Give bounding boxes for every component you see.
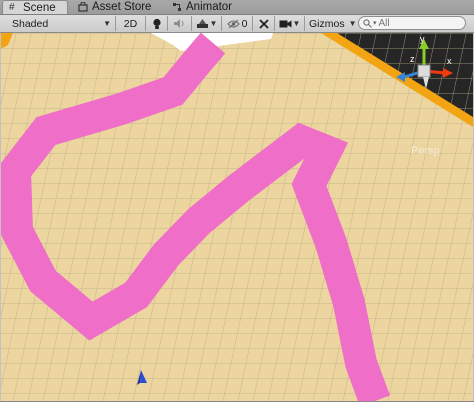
- shading-mode-dropdown[interactable]: Shaded ▼: [0, 16, 115, 31]
- 2d-mode-button[interactable]: 2D: [115, 16, 145, 31]
- light-bulb-icon: [152, 18, 161, 29]
- projection-label[interactable]: Persp: [411, 145, 440, 157]
- gizmo-y-label: y: [420, 34, 425, 44]
- tab-asset-store[interactable]: Asset Store: [72, 0, 168, 14]
- tab-animator[interactable]: Animator: [166, 0, 246, 14]
- scene-search-input[interactable]: ▾ All: [358, 16, 466, 30]
- gizmo-center-cube: [417, 64, 431, 78]
- tab-scene[interactable]: # Scene: [2, 0, 68, 14]
- editor-tab-bar: # Scene Asset Store Animator: [0, 0, 474, 15]
- search-dropdown-arrow-icon: ▾: [373, 20, 377, 27]
- dropdown-arrow-icon: ▼: [348, 19, 357, 28]
- animator-icon: [172, 2, 182, 12]
- camera-settings-dropdown[interactable]: ▼: [274, 16, 304, 31]
- scene-toolbar: Shaded ▼ 2D ▼ 0 ▼ Gizmos ▼ ▾ All: [0, 15, 474, 33]
- effects-icon: [196, 19, 208, 28]
- 2d-mode-label: 2D: [123, 17, 138, 30]
- lighting-toggle[interactable]: [145, 16, 167, 31]
- tools-toggle[interactable]: [252, 16, 274, 31]
- dropdown-arrow-icon: ▼: [292, 19, 301, 28]
- gizmo-z-label: z: [410, 54, 415, 64]
- gizmos-label: Gizmos: [309, 17, 345, 30]
- eye-slash-icon: [226, 19, 240, 28]
- grid-icon: #: [9, 1, 15, 13]
- shading-mode-label: Shaded: [12, 17, 49, 30]
- tab-animator-label: Animator: [186, 1, 233, 13]
- tab-asset-store-label: Asset Store: [92, 1, 152, 13]
- hidden-objects-count: 0: [241, 17, 248, 30]
- tools-icon: [258, 18, 269, 29]
- gizmo-x-label: x: [447, 56, 452, 66]
- dropdown-arrow-icon: ▼: [103, 19, 111, 28]
- camera-icon: [279, 20, 292, 27]
- effects-dropdown[interactable]: ▼: [191, 16, 221, 31]
- shopping-bag-icon: [78, 1, 88, 12]
- dropdown-arrow-icon: ▼: [209, 19, 218, 28]
- scene-render: y x z: [1, 33, 473, 401]
- gizmos-dropdown[interactable]: Gizmos ▼: [304, 16, 357, 31]
- audio-toggle[interactable]: [167, 16, 191, 31]
- tab-scene-label: Scene: [23, 1, 56, 14]
- ground-grid: [1, 33, 473, 401]
- search-icon: [363, 18, 372, 28]
- speaker-icon: [174, 19, 184, 28]
- hidden-objects-toggle[interactable]: 0: [221, 16, 252, 31]
- search-placeholder: All: [378, 17, 390, 29]
- scene-viewport[interactable]: y x z Persp: [1, 33, 473, 401]
